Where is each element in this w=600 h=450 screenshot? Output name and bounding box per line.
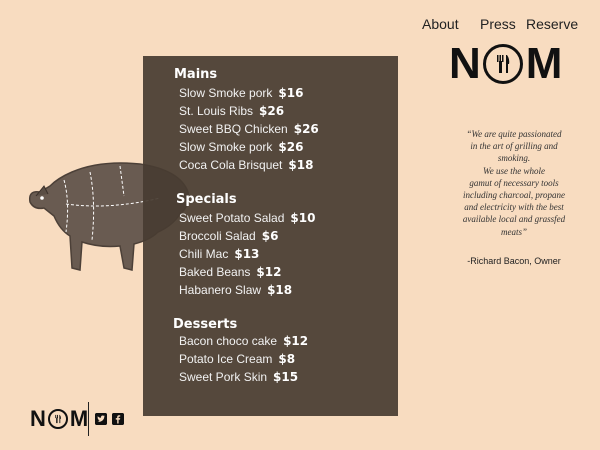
item-name: Sweet BBQ Chicken — [179, 122, 288, 136]
quote-line: smoking. — [497, 153, 531, 164]
item-name: Sweet Potato Salad — [179, 211, 285, 225]
quote-line: We use the whole — [483, 165, 545, 176]
item-price: $15 — [273, 370, 299, 384]
logo-letter-n: N — [449, 39, 481, 88]
logo-letter-m: M — [69, 406, 89, 431]
menu-item: Potato Ice Cream $8 — [179, 352, 295, 366]
menu-item: Sweet BBQ Chicken $26 — [179, 122, 319, 136]
menu-panel: Mains Slow Smoke pork $16 St. Louis Ribs $… — [143, 56, 398, 416]
menu-item: Chili Mac $13 — [179, 247, 259, 261]
menu-item: Broccoli Salad $6 — [179, 229, 278, 243]
menu-item: Slow Smoke pork $16 — [179, 86, 303, 100]
item-price: $18 — [288, 158, 314, 172]
quote-line: “We are quite passionated — [466, 129, 562, 139]
logo-letter-m: M — [525, 39, 563, 88]
facebook-icon[interactable] — [112, 413, 124, 425]
item-name: Bacon choco cake — [179, 334, 278, 348]
logo-letter-n: N — [30, 406, 46, 431]
item-price: $26 — [278, 140, 304, 154]
item-name: Coca Cola Brisquet — [179, 158, 283, 172]
item-name: Sweet Pork Skin — [179, 370, 268, 384]
section-title-specials: Specials — [176, 192, 237, 207]
item-price: $16 — [278, 86, 304, 100]
item-name: Potato Ice Cream — [179, 352, 273, 366]
quote-line: meats” — [500, 226, 527, 237]
quote-attribution: -Richard Bacon, Owner — [467, 256, 561, 266]
item-name: St. Louis Ribs — [179, 104, 254, 118]
item-price: $26 — [293, 122, 319, 136]
menu-item: Sweet Potato Salad $10 — [179, 211, 315, 225]
item-price: $13 — [234, 247, 260, 261]
item-price: $12 — [256, 265, 282, 279]
quote-line: and electricity with the best — [464, 202, 564, 213]
section-title-mains: Mains — [174, 67, 218, 82]
owner-quote: “We are quite passionated in the art of … — [446, 128, 582, 238]
item-price: $10 — [290, 211, 316, 225]
menu-item: Bacon choco cake $12 — [179, 334, 308, 348]
quote-line: available local and grassfed — [462, 214, 566, 225]
item-name: Baked Beans — [179, 265, 251, 279]
quote-line: in the art of grilling and — [470, 141, 558, 152]
section-title-desserts: Desserts — [173, 317, 238, 332]
footer-nom-logo[interactable]: N M — [30, 408, 88, 430]
item-name: Chili Mac — [179, 247, 229, 261]
nav-press-link[interactable]: Press — [480, 16, 516, 32]
item-price: $12 — [283, 334, 309, 348]
footer-divider — [88, 402, 89, 436]
quote-line: gamut of necessary tools — [469, 177, 559, 188]
item-name: Slow Smoke pork — [179, 86, 273, 100]
nav-about-link[interactable]: About — [422, 16, 459, 32]
item-price: $6 — [261, 229, 279, 243]
quote-line: including charcoal, propane — [462, 190, 566, 201]
item-price: $18 — [267, 283, 293, 297]
item-name: Habanero Slaw — [179, 283, 262, 297]
item-name: Broccoli Salad — [179, 229, 256, 243]
twitter-icon[interactable] — [95, 413, 107, 425]
fork-knife-icon — [47, 409, 68, 429]
item-name: Slow Smoke pork — [179, 140, 273, 154]
nav-reserve-link[interactable]: Reserve — [526, 16, 578, 32]
nom-logo[interactable]: N M — [449, 39, 563, 88]
item-price: $8 — [278, 352, 296, 366]
menu-item: Sweet Pork Skin $15 — [179, 370, 298, 384]
fork-knife-icon — [482, 44, 523, 84]
menu-item: Baked Beans $12 — [179, 265, 281, 279]
item-price: $26 — [259, 104, 285, 118]
menu-item: Slow Smoke pork $26 — [179, 140, 303, 154]
menu-item: Habanero Slaw $18 — [179, 283, 292, 297]
menu-item: Coca Cola Brisquet $18 — [179, 158, 313, 172]
menu-item: St. Louis Ribs $26 — [179, 104, 284, 118]
